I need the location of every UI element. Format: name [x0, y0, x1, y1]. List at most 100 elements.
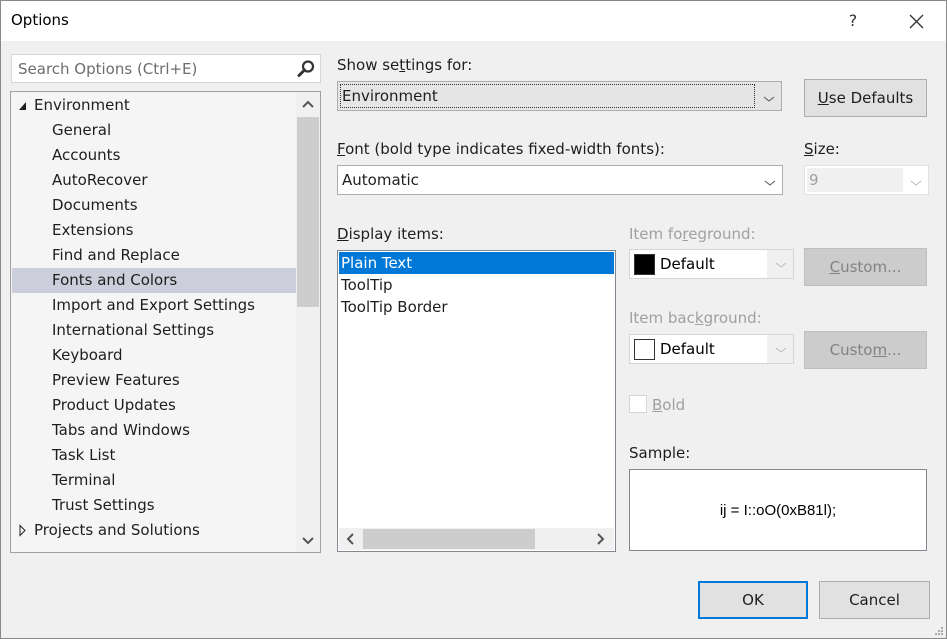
ok-button[interactable]: OK [698, 581, 808, 619]
button-label: ... [887, 341, 902, 359]
font-dropdown[interactable]: Automatic [337, 165, 783, 195]
tree-item-label: Product Updates [52, 396, 176, 414]
tree-item-task-list[interactable]: Task List [12, 443, 296, 468]
tree-item-label: General [52, 121, 112, 139]
horizontal-scroll-thumb[interactable] [363, 529, 535, 549]
label-part: Item bac [629, 309, 695, 327]
tree-scroll-thumb[interactable] [297, 117, 319, 307]
size-label: Size: [804, 140, 840, 158]
sample-preview: ij = I::oO(0xB81l); [629, 469, 927, 551]
tree-item-keyboard[interactable]: Keyboard [12, 343, 296, 368]
sample-label: Sample: [629, 444, 691, 462]
list-item-plain-text[interactable]: Plain Text [339, 252, 614, 274]
label-part: tings for: [405, 56, 473, 74]
display-items-horizontal-scrollbar[interactable] [339, 528, 614, 550]
tree-item-label: Task List [52, 446, 116, 464]
tree-item-tabs-and-windows[interactable]: Tabs and Windows [12, 418, 296, 443]
tree-vertical-scrollbar[interactable] [296, 92, 320, 552]
foreground-custom-button[interactable]: Custom... [804, 248, 927, 286]
tree-item-projects-and-solutions[interactable]: Projects and Solutions [12, 518, 296, 543]
chevron-down-icon [775, 262, 787, 268]
foreground-value: Default [660, 255, 715, 273]
access-key: U [817, 89, 829, 107]
chevron-down-icon [910, 174, 922, 192]
tree-item-accounts[interactable]: Accounts [12, 143, 296, 168]
access-key: D [337, 225, 349, 243]
tree-item-label: Documents [52, 196, 138, 214]
dialog-title: Options [11, 11, 69, 29]
tree-item-autorecover[interactable]: AutoRecover [12, 168, 296, 193]
chevron-down-icon [764, 174, 776, 192]
size-dropdown[interactable]: 9 [804, 165, 929, 195]
tree-item-label: Accounts [52, 146, 121, 164]
show-settings-value: Environment [342, 87, 438, 105]
tree-item-label: Projects and Solutions [34, 521, 200, 539]
resize-grip-icon[interactable] [933, 625, 943, 635]
tree-item-international[interactable]: International Settings [12, 318, 296, 343]
scroll-up-icon[interactable] [296, 95, 320, 115]
tree-item-label: AutoRecover [52, 171, 148, 189]
close-icon [909, 14, 924, 29]
tree-item-label: Tabs and Windows [52, 421, 190, 439]
tree-item-terminal[interactable]: Terminal [12, 468, 296, 493]
display-items-label: Display items: [337, 225, 444, 243]
help-button[interactable]: ? [841, 7, 865, 35]
dropdown-button[interactable] [767, 250, 793, 278]
access-key: k [694, 309, 704, 327]
tree-item-find-and-replace[interactable]: Find and Replace [12, 243, 296, 268]
close-button[interactable] [899, 7, 933, 35]
options-tree: Environment General Accounts AutoRecover… [10, 91, 321, 553]
label-part: Item fo [629, 225, 683, 243]
size-value: 9 [809, 171, 819, 189]
tree-item-label: Environment [34, 96, 130, 114]
scroll-left-icon[interactable] [345, 531, 355, 551]
tree-item-environment[interactable]: Environment [12, 93, 296, 118]
foreground-color-swatch [634, 254, 655, 275]
label-part: eground: [688, 225, 756, 243]
tree-item-label: Trust Settings [52, 496, 155, 514]
tree-item-trust-settings[interactable]: Trust Settings [12, 493, 296, 518]
label-part: Show se [337, 56, 400, 74]
scroll-right-icon[interactable] [596, 531, 606, 551]
search-input[interactable]: Search Options (Ctrl+E) [11, 54, 321, 83]
tree-item-label: Find and Replace [52, 246, 180, 264]
tree-item-label: Extensions [52, 221, 134, 239]
sample-text: ij = I::oO(0xB81l); [719, 502, 837, 519]
tree-item-documents[interactable]: Documents [12, 193, 296, 218]
cancel-button[interactable]: Cancel [819, 581, 930, 619]
button-label: Custo [829, 341, 873, 359]
tree-item-label: International Settings [52, 321, 215, 339]
scroll-down-icon[interactable] [296, 530, 320, 550]
list-item-tooltip[interactable]: ToolTip [339, 274, 614, 296]
search-icon[interactable] [296, 59, 316, 83]
access-key: F [337, 140, 346, 158]
tree-item-label: Terminal [52, 471, 116, 489]
tree-item-label: Fonts and Colors [52, 271, 178, 289]
label-part: ize: [813, 140, 840, 158]
tree-item-label: Import and Export Settings [52, 296, 255, 314]
tree-item-import-export[interactable]: Import and Export Settings [12, 293, 296, 318]
item-background-dropdown[interactable]: Default [629, 334, 794, 364]
show-settings-label: Show settings for: [337, 56, 472, 74]
display-items-list[interactable]: Plain Text ToolTip ToolTip Border [337, 250, 616, 552]
tree-item-product-updates[interactable]: Product Updates [12, 393, 296, 418]
item-foreground-dropdown[interactable]: Default [629, 249, 794, 279]
item-foreground-label: Item foreground: [629, 225, 756, 243]
background-custom-button[interactable]: Custom... [804, 331, 927, 369]
dropdown-button[interactable] [767, 335, 793, 363]
font-value: Automatic [342, 171, 419, 189]
label-part: ont (bold type indicates fixed-width fon… [345, 140, 665, 158]
background-color-swatch [634, 339, 655, 360]
tree-item-general[interactable]: General [12, 118, 296, 143]
access-key: m [872, 341, 888, 359]
list-item-tooltip-border[interactable]: ToolTip Border [339, 296, 614, 318]
tree-item-extensions[interactable]: Extensions [12, 218, 296, 243]
tree-item-fonts-and-colors[interactable]: Fonts and Colors [12, 268, 296, 293]
show-settings-dropdown[interactable]: Environment [337, 81, 782, 111]
background-value: Default [660, 340, 715, 358]
use-defaults-button[interactable]: Use Defaults [804, 79, 927, 117]
tree-item-preview-features[interactable]: Preview Features [12, 368, 296, 393]
title-bar: Options ? [1, 1, 946, 41]
bold-checkbox[interactable] [629, 395, 647, 413]
collapsed-arrow-icon[interactable] [18, 518, 27, 553]
